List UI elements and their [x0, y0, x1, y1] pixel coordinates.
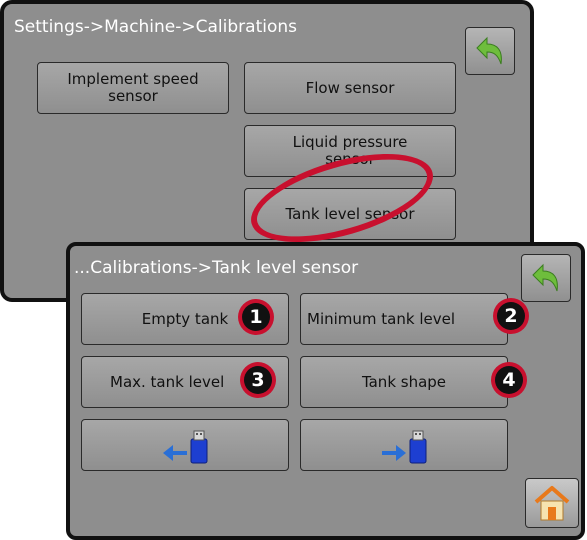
breadcrumb: ...Calibrations->Tank level sensor — [74, 258, 359, 278]
max-tank-level-label: Max. tank level — [110, 372, 225, 391]
minimum-tank-level-button[interactable]: Minimum tank level — [300, 293, 508, 345]
callout-3: 3 — [240, 362, 276, 398]
callout-1-number: 1 — [242, 303, 270, 331]
home-icon — [534, 486, 570, 521]
implement-speed-sensor-label: Implement speed sensor — [67, 70, 199, 105]
usb-import-icon — [163, 430, 208, 464]
breadcrumb: Settings->Machine->Calibrations — [14, 17, 297, 37]
callout-1: 1 — [238, 299, 274, 335]
callout-4-number: 4 — [495, 366, 523, 394]
tank-shape-button[interactable]: Tank shape — [300, 356, 508, 408]
implement-speed-sensor-button[interactable]: Implement speed sensor — [37, 62, 229, 114]
usb-import-button[interactable] — [81, 419, 289, 471]
callout-2: 2 — [493, 298, 529, 334]
green-back-arrow-icon — [532, 263, 558, 292]
flow-sensor-label: Flow sensor — [305, 78, 395, 97]
flow-sensor-button[interactable]: Flow sensor — [244, 62, 456, 114]
tank-shape-label: Tank shape — [361, 372, 447, 391]
back-button[interactable] — [521, 254, 571, 302]
usb-export-button[interactable] — [300, 419, 508, 471]
usb-export-icon — [382, 430, 427, 464]
callout-2-number: 2 — [497, 302, 525, 330]
green-back-arrow-icon — [476, 36, 502, 65]
home-button[interactable] — [525, 478, 579, 528]
empty-tank-label: Empty tank — [141, 309, 229, 328]
callout-4: 4 — [491, 362, 527, 398]
callout-3-number: 3 — [244, 366, 272, 394]
back-button[interactable] — [465, 27, 515, 75]
minimum-tank-level-label: Minimum tank level — [307, 309, 455, 328]
